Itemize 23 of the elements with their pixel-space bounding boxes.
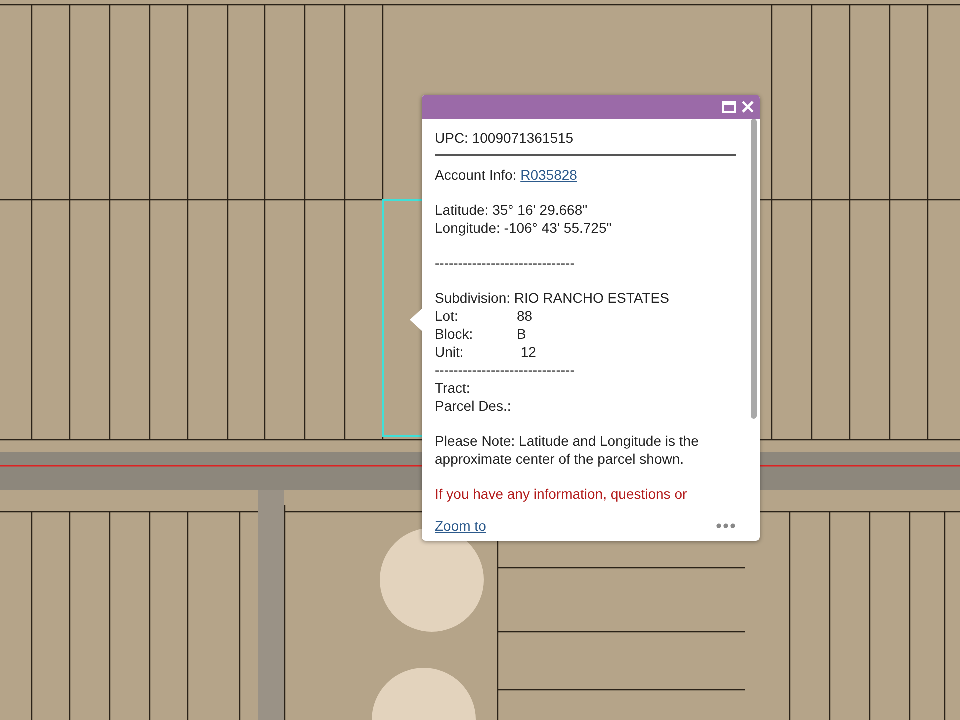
info-text: Latitude: 35° 16' 29.668" [435, 202, 588, 218]
maximize-icon[interactable] [722, 101, 736, 113]
popup-title: UPC: 1009071361515 [435, 130, 574, 146]
info-text: Tract: [435, 380, 470, 396]
zoom-to-link[interactable]: Zoom to [435, 516, 486, 536]
info-text: ------------------------------ [435, 255, 575, 271]
field-value: 12 [520, 344, 536, 360]
field-value: 88 [517, 308, 533, 324]
field-label: Unit: [435, 343, 465, 361]
scrollbar-thumb[interactable] [751, 119, 757, 419]
info-text: ------------------------------ [435, 362, 575, 378]
info-text: Subdivision: RIO RANCHO ESTATES [435, 290, 670, 306]
more-options-icon[interactable] [716, 523, 736, 529]
info-text: Parcel Des.: [435, 398, 512, 414]
contact-text: If you have any information, questions or [435, 485, 688, 503]
field-label: Account Info: [435, 167, 517, 183]
note-text: Please Note: Latitude and Longitude is the approximate center of the parcel shown. [435, 432, 700, 468]
account-link[interactable]: R035828 [520, 167, 578, 183]
field-label: Lot: [435, 307, 460, 325]
field-label: Block: [435, 325, 474, 343]
field-value: B [517, 326, 526, 342]
info-text: Longitude: -106° 43' 55.725" [435, 220, 612, 236]
close-icon[interactable] [742, 101, 754, 113]
